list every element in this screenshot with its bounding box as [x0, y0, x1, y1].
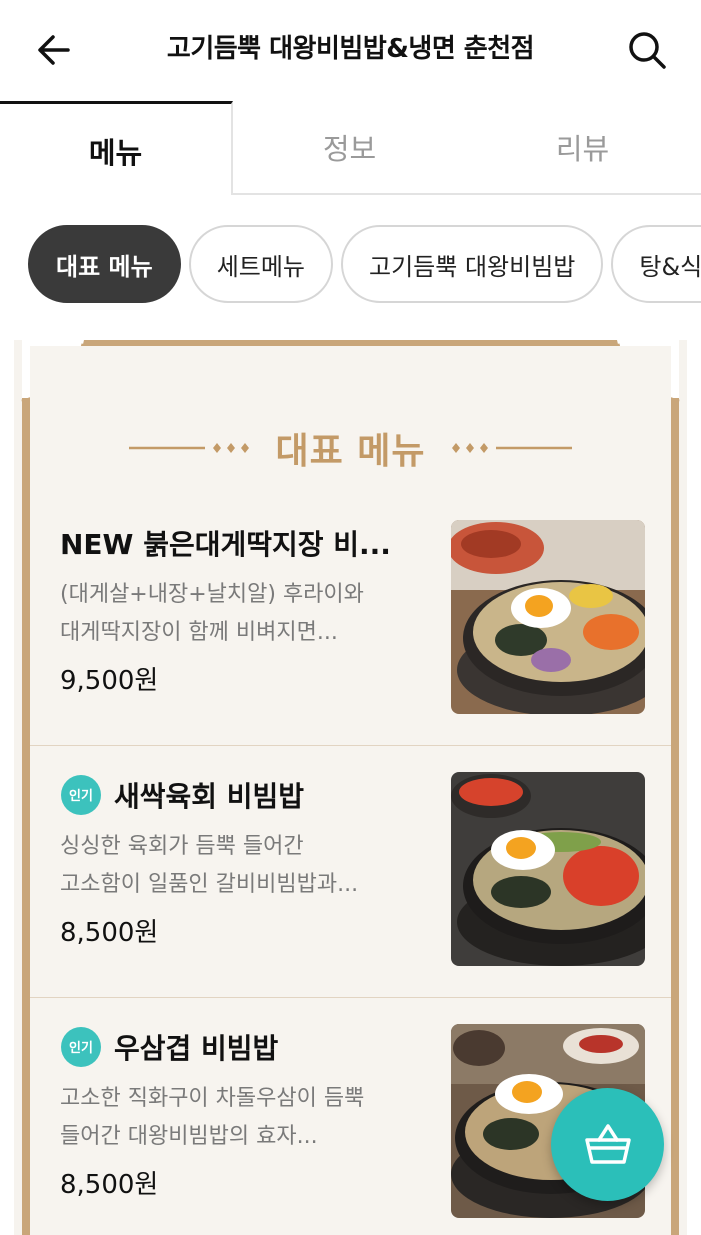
menu-item-description: 고소한 직화구이 차돌우삼이 듬뿍 들어간 대왕비빔밥의 효자... [60, 1080, 430, 1156]
menu-item-description: 싱싱한 육회가 듬뿍 들어간 고소함이 일품인 갈비비빔밥과... [60, 828, 430, 904]
back-button[interactable] [28, 24, 80, 76]
menu-item-name: 우삼겹 비빔밥 [114, 1032, 279, 1065]
menu-item-description-line: 들어간 대왕비빔밥의 효자... [60, 1124, 318, 1149]
chip-bibimbap[interactable]: 고기듬뿍 대왕비빔밥 [341, 225, 604, 303]
category-chips: 대표 메뉴세트메뉴고기듬뿍 대왕비빔밥탕&식사 [0, 195, 701, 335]
menu-item-image[interactable] [451, 520, 645, 714]
menu-item[interactable]: NEW 붉은대게딱지장 비... (대게살+내장+날치알) 후라이와 대게딱지장… [30, 494, 671, 746]
menu-item-info: 인기 우삼겹 비빔밥 고소한 직화구이 차돌우삼이 듬뿍 들어간 대왕비빔밥의 … [60, 1024, 430, 1201]
popular-badge: 인기 [61, 1027, 101, 1067]
menu-item-name: 새싹육회 비빔밥 [114, 780, 305, 813]
menu-item-description-line: 대게딱지장이 함께 비벼지면... [60, 620, 338, 645]
menu-item-description-line: 고소한 직화구이 차돌우삼이 듬뿍 [60, 1086, 365, 1111]
tab-bar: 메뉴 정보 리뷰 [0, 101, 701, 197]
ornament-right-icon [451, 443, 572, 453]
search-icon [629, 32, 666, 69]
page-title: 고기듬뿍 대왕비빔밥&냉면 춘천점 [166, 34, 535, 64]
menu-item-price: 9,500원 [60, 666, 159, 696]
cart-button[interactable] [551, 1088, 664, 1201]
arrow-left-icon [38, 35, 70, 65]
menu-item-info: 인기 새싹육회 비빔밥 싱싱한 육회가 듬뿍 들어간 고소함이 일품인 갈비비빔… [60, 772, 430, 949]
chip-signature-menu[interactable]: 대표 메뉴 [28, 225, 181, 303]
menu-item[interactable]: 인기 새싹육회 비빔밥 싱싱한 육회가 듬뿍 들어간 고소함이 일품인 갈비비빔… [30, 746, 671, 998]
tab-reviews[interactable]: 리뷰 [466, 101, 699, 193]
menu-item-image[interactable] [451, 772, 645, 966]
menu-item-name: NEW 붉은대게딱지장 비... [60, 528, 391, 561]
menu-item-description-line: (대게살+내장+날치알) 후라이와 [60, 582, 364, 607]
popular-badge-label: 인기 [69, 1040, 93, 1056]
search-button[interactable] [621, 24, 673, 76]
board-frame-left [22, 398, 30, 1235]
ornament-left-icon [129, 443, 250, 453]
popular-badge: 인기 [61, 775, 101, 815]
menu-item-name-row: NEW 붉은대게딱지장 비... [60, 520, 430, 566]
menu-item-price: 8,500원 [60, 1170, 159, 1200]
menu-item-description: (대게살+내장+날치알) 후라이와 대게딱지장이 함께 비벼지면... [60, 576, 430, 652]
chip-soup-meal[interactable]: 탕&식사 [611, 225, 701, 303]
menu-item-description-line: 싱싱한 육회가 듬뿍 들어간 [60, 834, 304, 859]
section-heading: 대표 메뉴 [14, 420, 687, 476]
popular-badge-label: 인기 [69, 788, 93, 804]
board-frame-right [671, 398, 679, 1235]
app-header: 고기듬뿍 대왕비빔밥&냉면 춘천점 [0, 0, 701, 100]
menu-item-name-row: 인기 새싹육회 비빔밥 [60, 772, 430, 818]
menu-item-description-line: 고소함이 일품인 갈비비빔밥과... [60, 872, 359, 897]
section-title: 대표 메뉴 [275, 431, 426, 472]
chip-set-menu[interactable]: 세트메뉴 [188, 225, 334, 303]
basket-icon [584, 1123, 631, 1164]
menu-item-name-row: 인기 우삼겹 비빔밥 [60, 1024, 430, 1070]
tab-menu[interactable]: 메뉴 [0, 101, 233, 197]
menu-item-price: 8,500원 [60, 918, 159, 948]
menu-item-info: NEW 붉은대게딱지장 비... (대게살+내장+날치알) 후라이와 대게딱지장… [60, 520, 430, 697]
tab-info[interactable]: 정보 [233, 101, 466, 193]
